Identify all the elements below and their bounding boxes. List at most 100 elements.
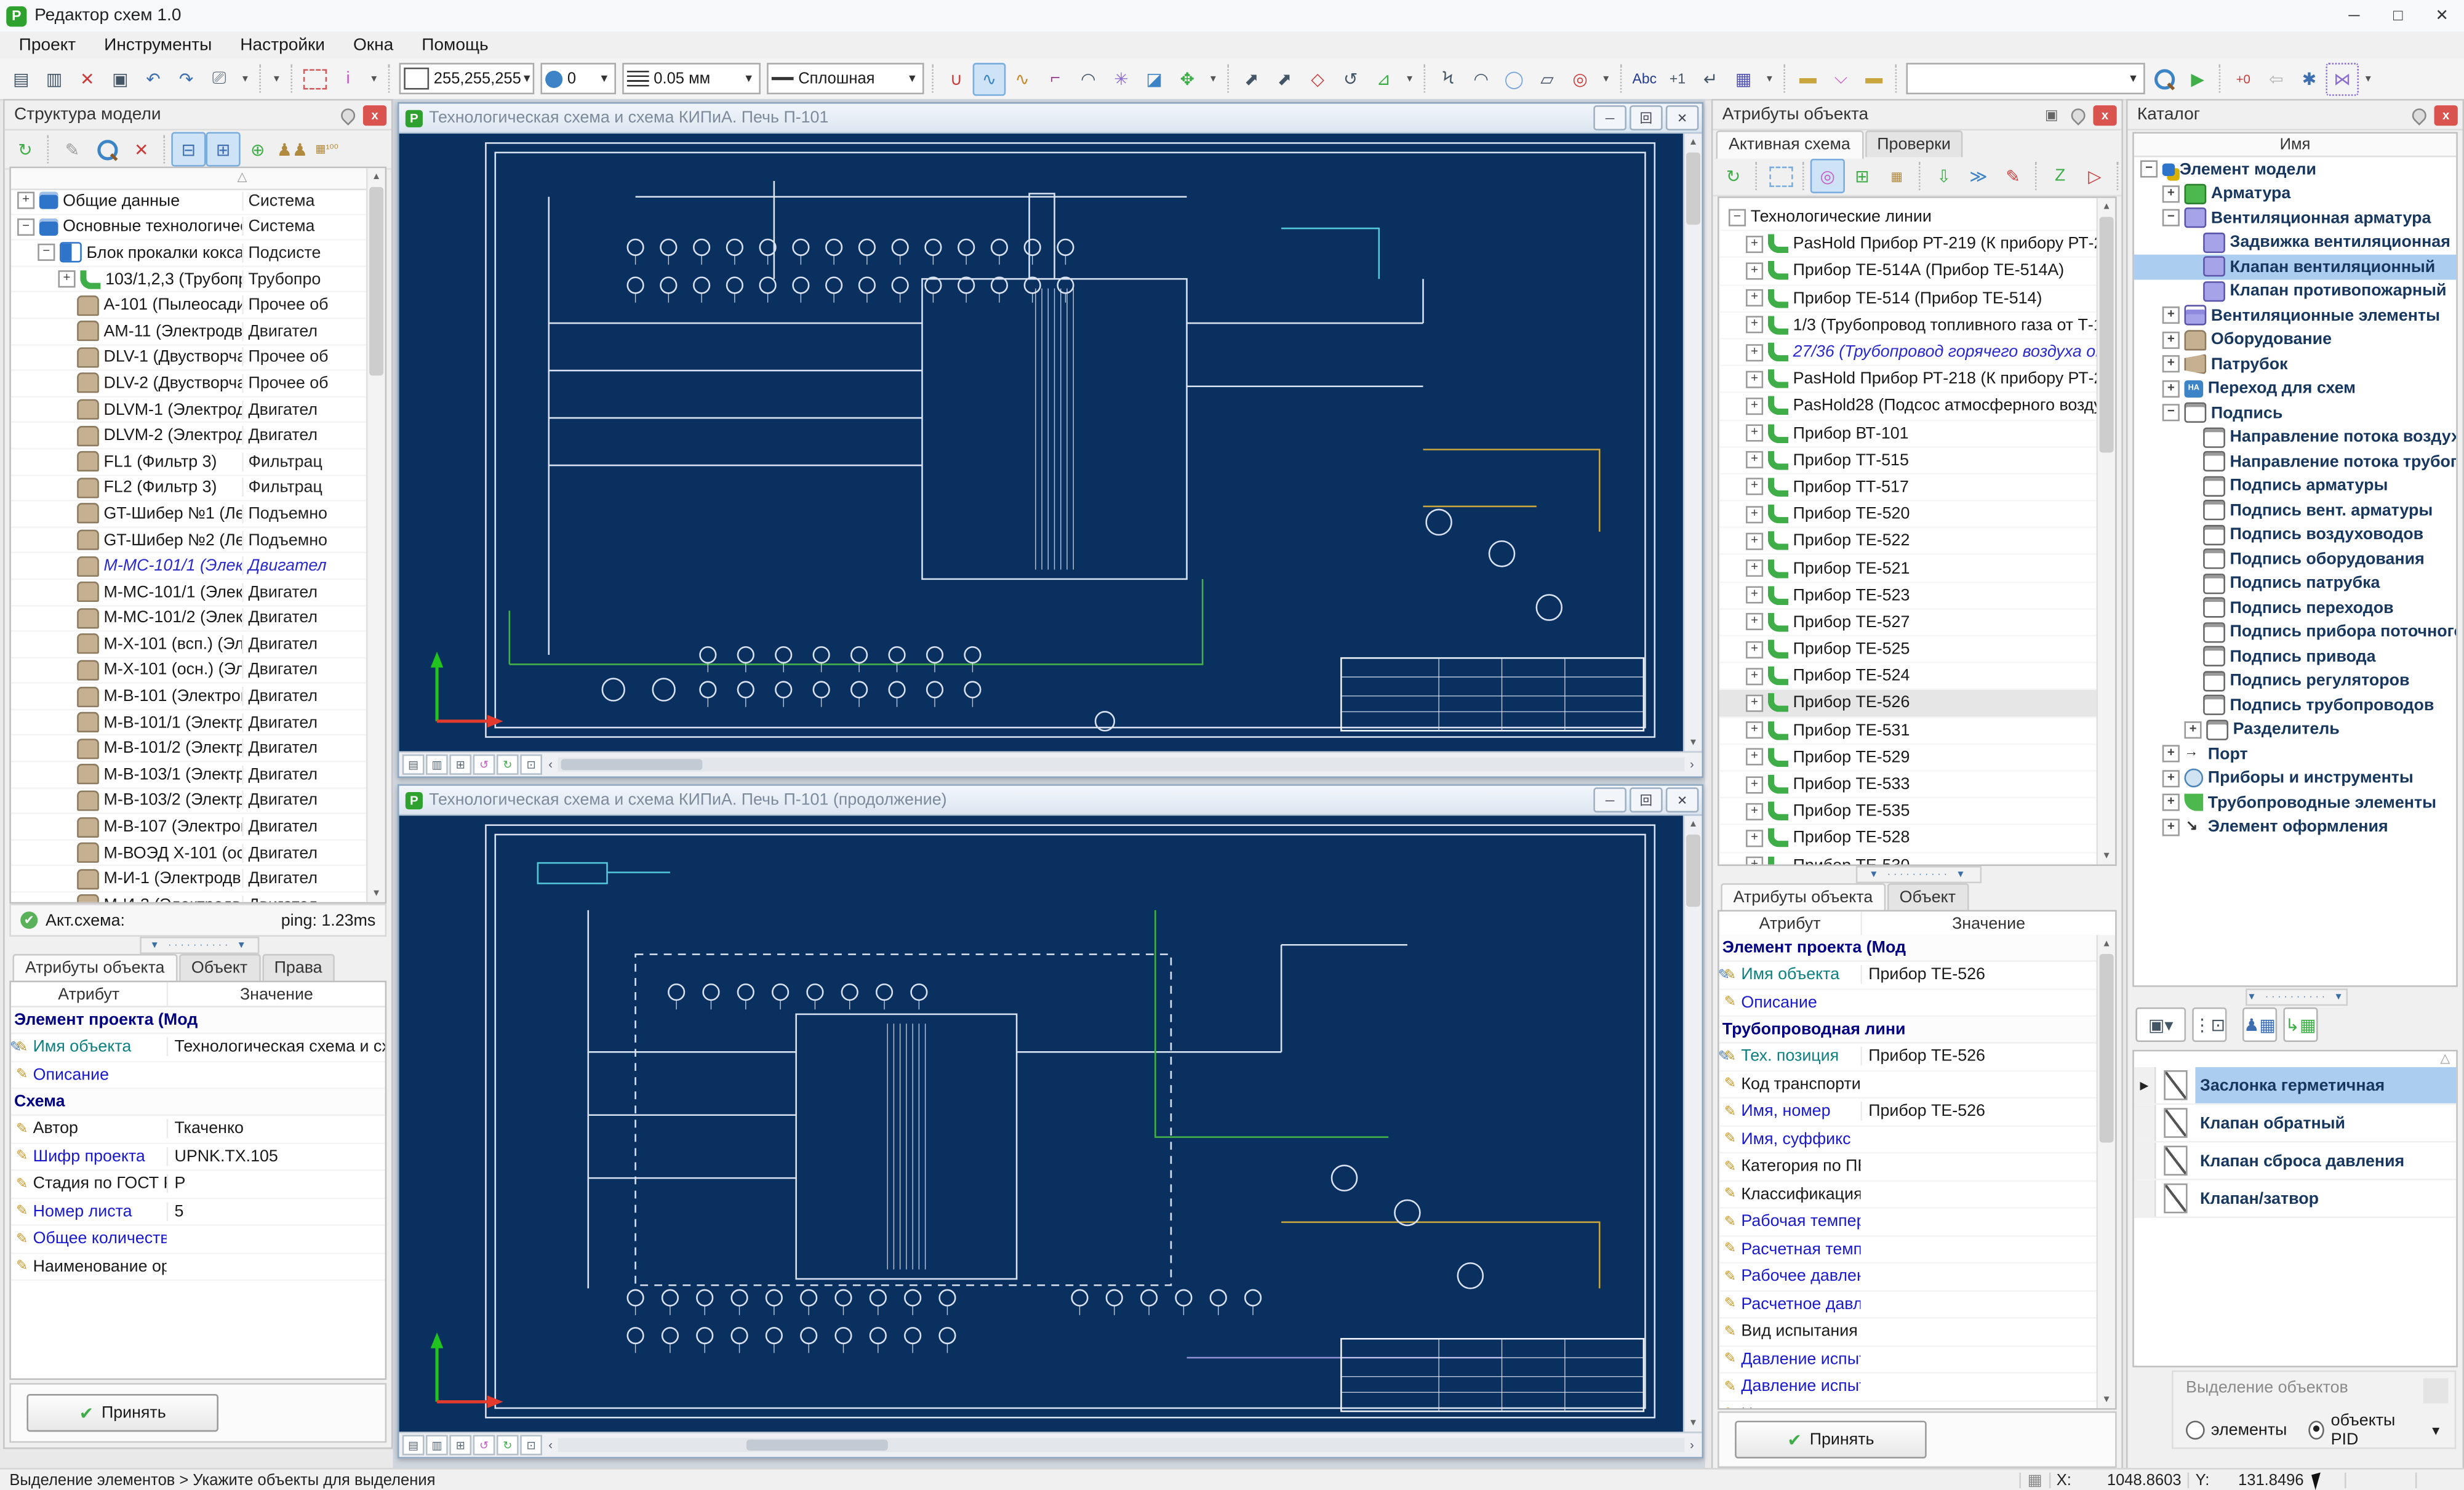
select-frame-icon[interactable]	[1763, 159, 1798, 193]
expander-icon[interactable]: +	[1746, 559, 1763, 577]
measure-length-icon[interactable]: ▬	[1791, 62, 1825, 95]
save-icon[interactable]: ▤	[5, 62, 38, 95]
variant-row[interactable]: Клапан обратный	[2134, 1105, 2456, 1142]
zigzag-icon[interactable]: Z	[2043, 159, 2078, 193]
valve-mode-icon[interactable]: ⋈	[2326, 62, 2359, 95]
collapse-groupbox-button[interactable]	[2423, 1379, 2449, 1404]
expander-icon[interactable]: +	[2162, 307, 2180, 324]
model-tree-row[interactable]: GT-Шибер №2 (Лебе,Подъемно	[11, 527, 368, 553]
expander-icon[interactable]: +	[1746, 857, 1763, 865]
scroll-left-icon[interactable]: ‹	[544, 758, 558, 772]
doc-restore-icon[interactable]: 回	[1630, 787, 1663, 812]
model-tree-row[interactable]: М-В-103/1 (ЭлектромДвигател	[11, 763, 368, 788]
attribute-row[interactable]: Имя, номерПрибор ТЕ-526	[1719, 1099, 2098, 1126]
object-list-item[interactable]: +Прибор ТЕ-533	[1719, 772, 2098, 799]
measure-radius-icon[interactable]: ▬	[1857, 62, 1890, 95]
catalog-tree-row[interactable]: Подпись прибора поточного	[2134, 620, 2456, 644]
scroll-down-icon[interactable]: ▼	[2098, 847, 2115, 864]
undo-icon[interactable]: ↶	[137, 62, 170, 95]
grid-icon[interactable]: ▦	[2028, 1472, 2042, 1489]
more-dropdown-icon[interactable]: ▾	[267, 62, 286, 95]
attribute-row[interactable]: Рабочая температ	[1719, 1209, 2098, 1236]
magnet-snap-icon[interactable]: ∪	[940, 62, 973, 95]
radio-pid-objects[interactable]: объекты PID	[2309, 1411, 2407, 1449]
bezier-tool-icon[interactable]: Ϟ	[1431, 62, 1465, 95]
run-search-icon[interactable]: ▶	[2181, 62, 2214, 95]
pin-icon[interactable]	[2407, 105, 2431, 125]
text-dropdown-icon[interactable]: ▾	[1760, 62, 1779, 95]
attribute-row[interactable]: Имя объектаТехнологическая схема и схе	[11, 1034, 385, 1062]
model-tree-row[interactable]: −Основные технологическиеСистема	[11, 215, 368, 241]
move-tool-icon[interactable]: ✥	[1170, 62, 1204, 95]
close-button[interactable]: ✕	[2420, 0, 2464, 31]
restore-panel-icon[interactable]: ▣	[2040, 105, 2063, 125]
attribute-value[interactable]: 5	[167, 1202, 385, 1221]
tab[interactable]: Права	[262, 954, 335, 980]
attributes-scrollbar[interactable]: ▲ ▼	[2097, 935, 2116, 1408]
attribute-row[interactable]: Стадия по ГОСТ Р 2Р	[11, 1171, 385, 1198]
selection-frame-icon[interactable]	[298, 62, 332, 95]
doc-restore-icon[interactable]: 回	[1630, 105, 1663, 130]
canvas-hscroll[interactable]	[558, 758, 1686, 772]
fit-width-icon[interactable]: ▥	[426, 755, 448, 775]
catalog-tree-row[interactable]: Клапан противопожарный	[2134, 279, 2456, 303]
attribute-row[interactable]: Код транспортиру	[1719, 1071, 2098, 1099]
model-tree-row[interactable]: +103/1,2,3 (ТрубопровТрубопро	[11, 267, 368, 293]
model-tree-row[interactable]: М-И-1 (ЭлектродвигаДвигател	[11, 867, 368, 892]
attribute-row[interactable]: Рабочее давление	[1719, 1264, 2098, 1291]
find-icon[interactable]	[90, 132, 124, 167]
menu-item[interactable]: Помощь	[409, 34, 501, 56]
save-all-icon[interactable]: ▥	[38, 62, 71, 95]
tab[interactable]: Объект	[178, 954, 260, 980]
attribute-value[interactable]: UPNK.TX.105	[167, 1147, 385, 1166]
attribute-value[interactable]: Ткаченко	[167, 1120, 385, 1139]
expander-icon[interactable]: −	[2162, 209, 2180, 226]
expander-icon[interactable]: +	[1746, 289, 1763, 306]
catalog-tree-row[interactable]: Подпись вент. арматуры	[2134, 498, 2456, 523]
back-icon[interactable]: ⇦	[2260, 62, 2293, 95]
horizontal-splitter[interactable]: ▼ ·········· ▼	[140, 937, 260, 954]
expander-icon[interactable]: +	[1746, 370, 1763, 388]
move-object-icon[interactable]: ⬈	[1235, 62, 1268, 95]
color-combobox[interactable]: 255,255,255 ▼	[399, 63, 535, 94]
snap-point-tool-icon[interactable]: ✳	[1105, 62, 1138, 95]
catalog-tree-row[interactable]: +Патрубок	[2134, 352, 2456, 377]
copy-object-icon[interactable]: ⬈	[1268, 62, 1302, 95]
variant-row[interactable]: Клапан сброса давления	[2134, 1142, 2456, 1180]
catalog-tree-row[interactable]: Направление потока трубопров	[2134, 449, 2456, 474]
object-list-item[interactable]: +Прибор ТЕ-514А (Прибор ТЕ-514А)	[1719, 258, 2098, 286]
model-tree-row[interactable]: М-ВОЭД Х-101 (осн.)Двигател	[11, 841, 368, 867]
object-list-item[interactable]: +Прибор ТЕ-529	[1719, 745, 2098, 772]
catalog-tree-row[interactable]: +Приборы и инструменты	[2134, 766, 2456, 791]
close-panel-icon[interactable]: x	[363, 105, 386, 125]
search-100-icon[interactable]: ▦	[1879, 159, 1914, 193]
expander-icon[interactable]: +	[1746, 398, 1763, 415]
attribute-row[interactable]: Имя, суффикс	[1719, 1126, 2098, 1154]
tab[interactable]: Активная схема	[1716, 130, 1863, 159]
attribute-row[interactable]: Давление испытан	[1719, 1374, 2098, 1401]
attribute-value[interactable]: Прибор ТЕ-526	[1860, 966, 2098, 985]
drawing-canvas-1[interactable]: ▲ ▼	[399, 134, 1702, 751]
tab[interactable]: Атрибуты объекта	[12, 954, 177, 982]
catalog-tree-row[interactable]: Подпись привода	[2134, 644, 2456, 669]
object-list-item[interactable]: +Прибор ТТ-515	[1719, 447, 2098, 475]
expander-icon[interactable]: +	[1746, 316, 1763, 334]
catalog-tree-row[interactable]: +Оборудование	[2134, 327, 2456, 352]
model-tree-row[interactable]: АМ-11 (ЭлектродвигДвигател	[11, 319, 368, 345]
prev-view-icon[interactable]: ↺	[473, 1435, 495, 1455]
attribute-row[interactable]: Тех. позицияПрибор ТЕ-526	[1719, 1044, 2098, 1071]
object-list-item[interactable]: +Прибор ТЕ-528	[1719, 825, 2098, 852]
expander-icon[interactable]: +	[1746, 343, 1763, 361]
model-tree-row[interactable]: М-В-103/2 (ЭлектромДвигател	[11, 788, 368, 814]
object-list-item[interactable]: +Прибор ТЕ-514 (Прибор ТЕ-514)	[1719, 286, 2098, 313]
variant-row[interactable]: Клапан/затвор	[2134, 1180, 2456, 1218]
attr-column-header[interactable]: Атрибут	[11, 982, 167, 1006]
attribute-row[interactable]: Описание	[11, 1062, 385, 1089]
model-tree-row[interactable]: А-101 (ПылеосадитеПрочее об	[11, 293, 368, 319]
numbering-tool-icon[interactable]: +1	[1661, 62, 1694, 95]
expander-icon[interactable]: −	[2140, 161, 2158, 178]
object-list-item[interactable]: +PasHold Прибор РТ-219 (К прибору РТ-219…	[1719, 231, 2098, 258]
attribute-row[interactable]: Вид испытания	[1719, 1318, 2098, 1346]
catalog-tree-row[interactable]: −Подпись	[2134, 401, 2456, 425]
expander-icon[interactable]: +	[2162, 794, 2180, 811]
